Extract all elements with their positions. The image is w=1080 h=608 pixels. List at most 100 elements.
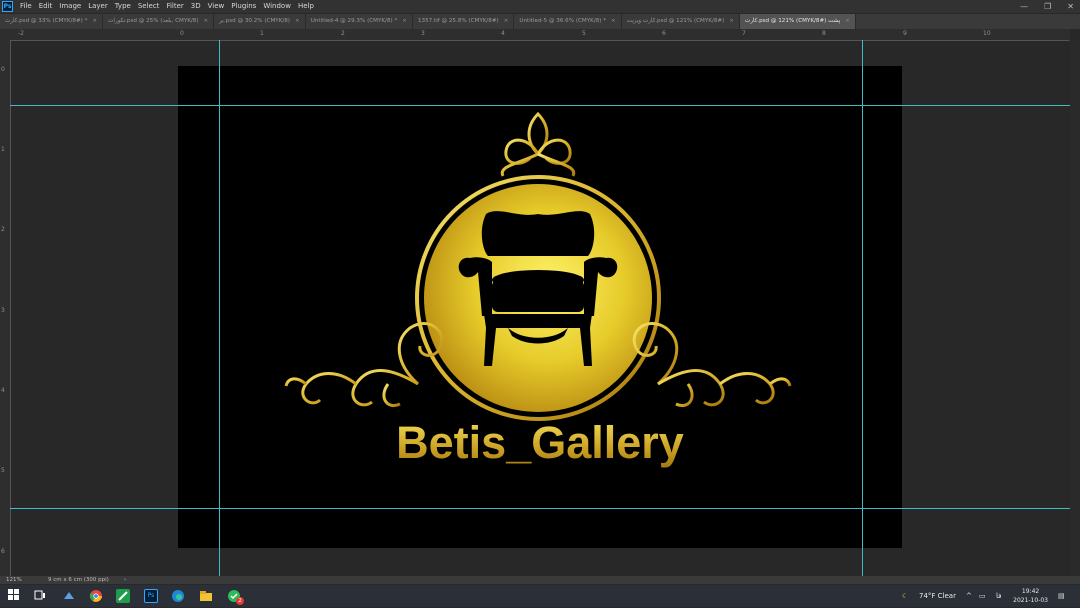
vertical-scrollbar[interactable] xyxy=(1069,40,1080,576)
ruler-label: 2 xyxy=(1,226,5,233)
tab-label: Untitled-4 @ 29.3% (CMYK/8) * xyxy=(310,18,398,24)
photoshop-taskbar-icon[interactable]: Ps xyxy=(144,589,158,603)
menu-image[interactable]: Image xyxy=(59,0,81,13)
vpn-app-icon[interactable] xyxy=(62,589,76,603)
spreadsheet-app-icon[interactable] xyxy=(116,589,130,603)
menu-select[interactable]: Select xyxy=(138,0,160,13)
ruler-label: 5 xyxy=(1,467,5,474)
restore-icon[interactable]: ❐ xyxy=(1044,0,1051,13)
document-tab[interactable]: کارت ویزیت.psd @ 121% (CMYK/8#) × xyxy=(622,14,740,29)
notification-badge: 2 xyxy=(236,597,244,605)
document-tab[interactable]: Untitled-5 @ 36.6% (CMYK/8) * × xyxy=(514,14,622,29)
tab-label: کارت.psd @ 33% (CMYK/8#) * xyxy=(5,18,88,24)
menu-help[interactable]: Help xyxy=(298,0,314,13)
menu-type[interactable]: Type xyxy=(115,0,131,13)
tab-label: Untitled-5 @ 36.6% (CMYK/8) * xyxy=(519,18,607,24)
tray-chevron-up-icon[interactable]: ^ xyxy=(966,585,972,607)
main-menu: File Edit Image Layer Type Select Filter… xyxy=(20,0,314,13)
menu-bar: Ps File Edit Image Layer Type Select Fil… xyxy=(0,0,1080,13)
document-tab[interactable]: Untitled-4 @ 29.3% (CMYK/8) * × xyxy=(306,14,413,29)
chrome-icon[interactable] xyxy=(89,589,103,603)
document-canvas[interactable]: Betis_Gallery xyxy=(178,66,902,548)
menu-3d[interactable]: 3D xyxy=(191,0,201,13)
weather-text[interactable]: 74°F Clear xyxy=(919,585,956,607)
guide-horizontal-top[interactable] xyxy=(10,105,1070,106)
tab-close-icon[interactable]: × xyxy=(504,14,509,29)
status-bar: 121% 9 cm x 6 cm (300 ppi) › xyxy=(0,576,1080,584)
tab-label: کارت ویزیت.psd @ 121% (CMYK/8#) xyxy=(626,18,725,24)
ruler-label: 0 xyxy=(1,66,5,73)
system-clock[interactable]: 19:42 2021-10-03 xyxy=(1013,587,1048,605)
moon-weather-icon: ☾ xyxy=(902,592,909,600)
ruler-label: 8 xyxy=(822,30,826,37)
menu-plugins[interactable]: Plugins xyxy=(231,0,256,13)
ruler-label: 0 xyxy=(180,30,184,37)
clock-date: 2021-10-03 xyxy=(1013,597,1048,604)
ruler-label: 4 xyxy=(501,30,505,37)
guide-vertical-left[interactable] xyxy=(219,40,220,576)
tab-close-icon[interactable]: × xyxy=(845,14,850,29)
tab-close-icon[interactable]: × xyxy=(204,14,209,29)
notification-center-icon[interactable]: ▤ xyxy=(1058,585,1065,607)
tab-label: کارت.psd @ 121% (CMYK/8#) پشت xyxy=(744,18,841,24)
ruler-label: 4 xyxy=(1,387,5,394)
brand-name-text: Betis_Gallery xyxy=(396,417,684,468)
ruler-label: 3 xyxy=(421,30,425,37)
edge-icon[interactable] xyxy=(171,589,185,603)
ruler-label: 7 xyxy=(742,30,746,37)
guide-vertical-right[interactable] xyxy=(862,40,863,576)
clock-time: 19:42 xyxy=(1021,588,1040,595)
ruler-label: 9 xyxy=(903,30,907,37)
tab-close-icon[interactable]: × xyxy=(729,14,734,29)
vertical-ruler[interactable]: 0 1 2 3 4 5 6 xyxy=(0,40,11,576)
status-menu-arrow-icon[interactable]: › xyxy=(124,576,126,584)
zoom-level[interactable]: 121% xyxy=(6,576,22,584)
tab-close-icon[interactable]: × xyxy=(295,14,300,29)
menu-window[interactable]: Window xyxy=(263,0,291,13)
document-tab[interactable]: کارت.psd @ 33% (CMYK/8#) * × xyxy=(0,14,104,29)
ruler-label: 6 xyxy=(662,30,666,37)
ruler-label: 1 xyxy=(1,146,5,153)
gallery-logo: Betis_Gallery xyxy=(284,111,792,468)
tab-label: بر.psd @ 30.2% (CMYK/8) xyxy=(219,18,290,24)
file-explorer-icon[interactable] xyxy=(199,589,213,603)
menu-layer[interactable]: Layer xyxy=(88,0,108,13)
ruler-label: -2 xyxy=(18,30,24,37)
left-scroll-ornament xyxy=(284,322,444,407)
menu-filter[interactable]: Filter xyxy=(166,0,183,13)
menu-edit[interactable]: Edit xyxy=(39,0,53,13)
windows-start-icon[interactable] xyxy=(7,589,21,603)
guide-horizontal-bottom[interactable] xyxy=(10,508,1070,509)
top-ornament xyxy=(500,111,576,184)
ruler-corner[interactable] xyxy=(0,29,10,40)
document-size: 9 cm x 6 cm (300 ppi) xyxy=(48,577,109,583)
task-view-icon[interactable] xyxy=(33,589,47,603)
window-controls: — ❐ ✕ xyxy=(1020,0,1074,13)
ruler-label: 3 xyxy=(1,307,5,314)
photoshop-logo-icon[interactable]: Ps xyxy=(2,1,13,12)
document-tab[interactable]: نکورات.psd @ 25% (بلعد, CMYK/8) × xyxy=(103,14,215,29)
horizontal-ruler[interactable]: -2 0 1 2 3 4 5 6 7 8 9 10 xyxy=(10,29,1070,41)
tab-close-icon[interactable]: × xyxy=(611,14,616,29)
minimize-icon[interactable]: — xyxy=(1020,0,1028,13)
menu-file[interactable]: File xyxy=(20,0,32,13)
ruler-label: 1 xyxy=(260,30,264,37)
tab-close-icon[interactable]: × xyxy=(92,14,97,29)
ruler-label: 6 xyxy=(1,548,5,555)
document-tab-bar: کارت.psd @ 33% (CMYK/8#) * × نکورات.psd @… xyxy=(0,14,1080,29)
document-tab[interactable]: 1357.tif @ 25.8% (CMYK/8#) × xyxy=(413,14,515,29)
tab-label: نکورات.psd @ 25% (بلعد, CMYK/8) xyxy=(108,18,199,24)
ruler-label: 10 xyxy=(983,30,991,37)
document-tab-active[interactable]: کارت.psd @ 121% (CMYK/8#) پشت × xyxy=(739,14,856,29)
tab-label: 1357.tif @ 25.8% (CMYK/8#) xyxy=(417,18,499,24)
chat-app-icon[interactable]: 2 xyxy=(227,589,244,605)
keyboard-language[interactable]: فا xyxy=(996,585,1001,607)
ruler-label: 5 xyxy=(582,30,586,37)
menu-view[interactable]: View xyxy=(208,0,225,13)
network-icon[interactable]: ▭ xyxy=(979,585,986,607)
right-scroll-ornament xyxy=(632,322,792,407)
tab-close-icon[interactable]: × xyxy=(402,14,407,29)
windows-taskbar: Ps 2 ☾ 74°F Clear ^ ▭ فا 19:42 2021-10-0… xyxy=(0,585,1080,607)
document-tab[interactable]: بر.psd @ 30.2% (CMYK/8) × xyxy=(214,14,306,29)
close-icon[interactable]: ✕ xyxy=(1067,0,1074,13)
